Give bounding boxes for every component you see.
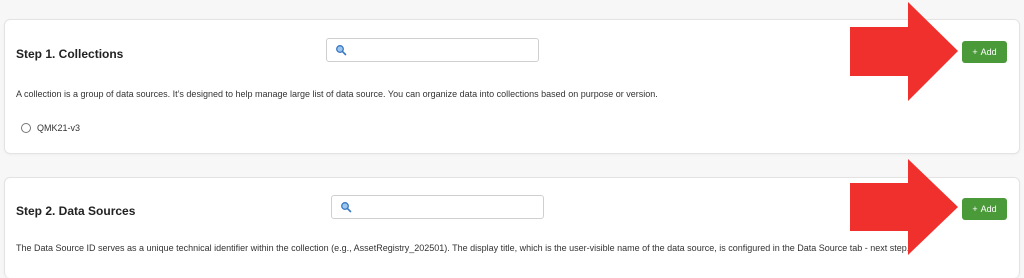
- search-icon: [336, 45, 347, 56]
- data-sources-search-input[interactable]: [356, 198, 539, 218]
- plus-icon: +: [972, 204, 978, 214]
- collections-search-box[interactable]: [326, 38, 539, 62]
- collections-search-input[interactable]: [351, 41, 534, 61]
- search-icon: [341, 202, 352, 213]
- add-collection-label: Add: [980, 47, 997, 57]
- collection-radio[interactable]: [21, 123, 31, 133]
- collections-description: A collection is a group of data sources.…: [16, 89, 658, 99]
- data-sources-description: The Data Source ID serves as a unique te…: [16, 243, 910, 253]
- data-sources-search-box[interactable]: [331, 195, 544, 219]
- collections-card: Step 1. Collections + Add A collection i…: [4, 19, 1020, 154]
- add-collection-button[interactable]: + Add: [962, 41, 1007, 63]
- add-data-source-button[interactable]: + Add: [962, 198, 1007, 220]
- data-sources-card: Step 2. Data Sources + Add The Data Sour…: [4, 177, 1020, 278]
- collection-option-label: QMK21-v3: [37, 123, 81, 133]
- step1-title: Step 1. Collections: [16, 47, 124, 61]
- collection-option[interactable]: QMK21-v3: [21, 123, 80, 133]
- add-data-source-label: Add: [980, 204, 997, 214]
- plus-icon: +: [972, 47, 978, 57]
- step2-title: Step 2. Data Sources: [16, 204, 136, 218]
